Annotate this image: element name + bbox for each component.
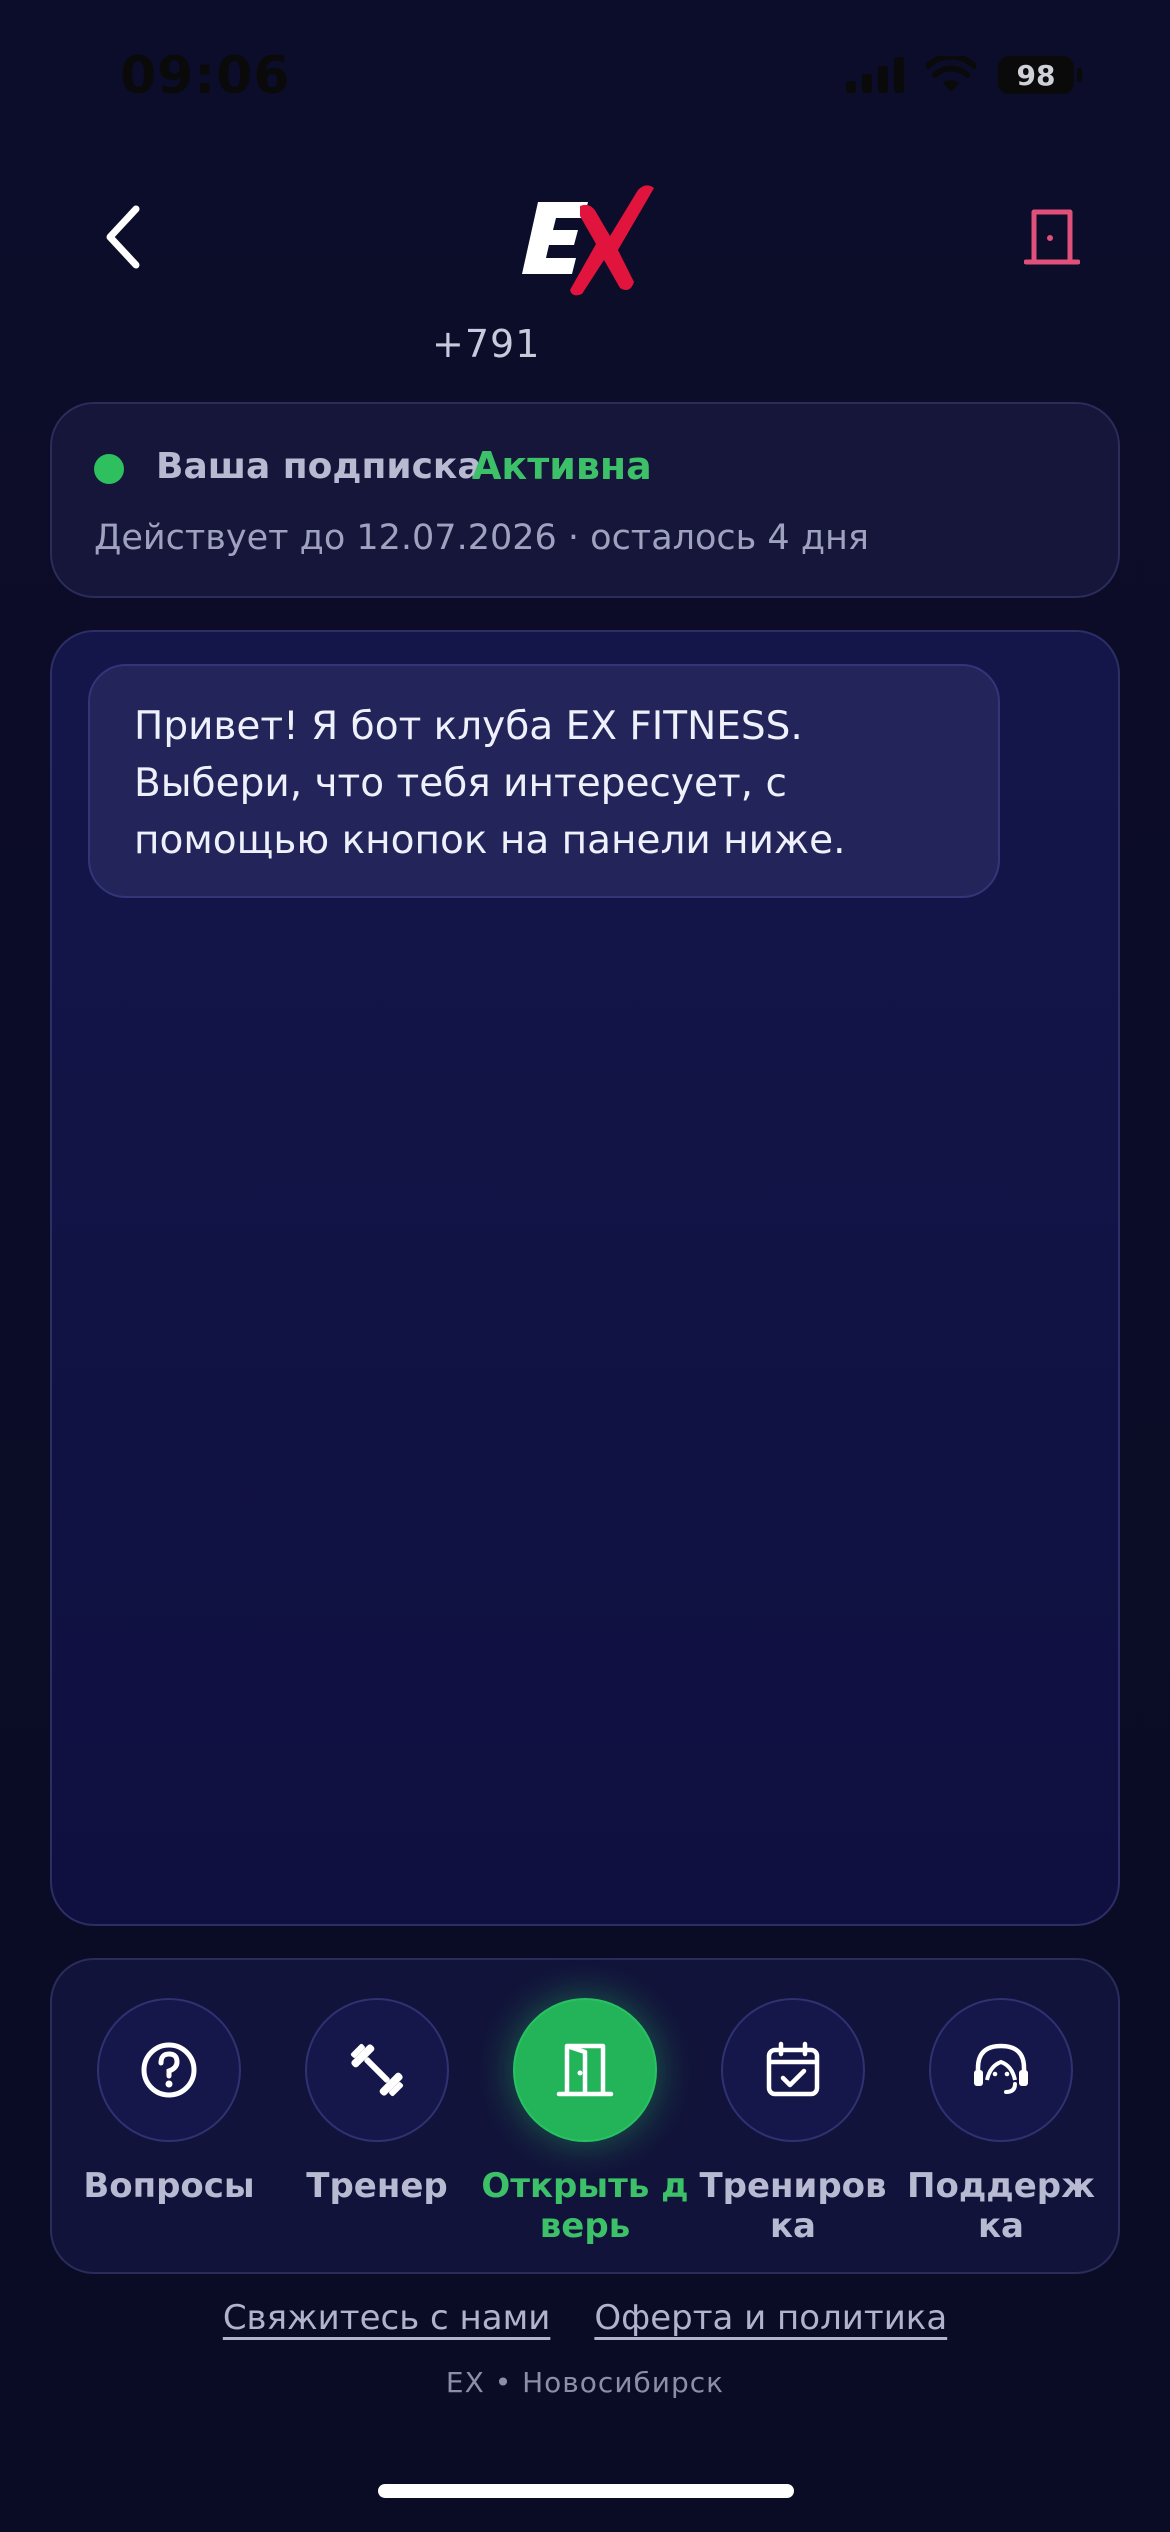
status-dot-icon [94, 454, 124, 484]
app-screen: 09:06 98 +791 Ваша подписка Активна Дейс… [0, 0, 1170, 2532]
nav-workout-circle [721, 1998, 865, 2142]
user-phone: +791 [432, 322, 541, 366]
nav-open-door-button[interactable]: Открыть дверь [481, 1998, 689, 2246]
nav-trainer-label: Тренер [306, 2166, 448, 2206]
status-bar: 09:06 98 [0, 0, 1170, 150]
subscription-label: Ваша подписка [156, 446, 482, 487]
ex-logo [510, 172, 660, 300]
chevron-left-icon [106, 205, 140, 269]
question-icon [141, 2042, 197, 2098]
footer-links: Свяжитесь с нами Оферта и политика [0, 2298, 1170, 2338]
nav-support-circle [929, 1998, 1073, 2142]
headset-icon [974, 2043, 1028, 2094]
action-panel: Вопросы Тренер Открыть дверь Тренировка … [50, 1958, 1120, 2274]
door-button[interactable] [1016, 200, 1088, 272]
home-indicator[interactable] [378, 2484, 794, 2498]
nav-open-door-circle [513, 1998, 657, 2142]
contact-us-link[interactable]: Свяжитесь с нами [223, 2298, 551, 2338]
bot-message-text: Привет! Я бот клуба EX FITNESS. Выбери, … [134, 704, 846, 863]
nav-trainer-button[interactable]: Тренер [277, 1998, 477, 2206]
nav-workout-label: Тренировка [699, 2166, 887, 2246]
battery-icon: 98 [998, 56, 1082, 94]
wifi-icon [926, 56, 976, 92]
chat-panel[interactable]: Привет! Я бот клуба EX FITNESS. Выбери, … [50, 630, 1120, 1926]
nav-workout-button[interactable]: Тренировка [693, 1998, 893, 2246]
nav-questions-circle [97, 1998, 241, 2142]
cellular-signal-icon [846, 57, 904, 93]
door-icon [1024, 209, 1080, 265]
status-icons: 98 [846, 56, 1082, 94]
back-button[interactable] [90, 195, 154, 279]
subscription-status: Активна [472, 444, 652, 488]
dumbbell-icon [350, 2043, 404, 2097]
footer-caption: EX • Новосибирск [445, 2366, 725, 2399]
nav-questions-label: Вопросы [83, 2166, 255, 2206]
offer-policy-link[interactable]: Оферта и политика [594, 2298, 947, 2338]
subscription-card: Ваша подписка Активна Действует до 12.07… [50, 402, 1120, 598]
nav-trainer-circle [305, 1998, 449, 2142]
nav-support-button[interactable]: Поддержка [901, 1998, 1101, 2246]
bot-message-bubble: Привет! Я бот клуба EX FITNESS. Выбери, … [88, 664, 1000, 898]
nav-open-door-label: Открыть дверь [481, 2166, 689, 2246]
door-open-icon [556, 2043, 614, 2097]
nav-support-label: Поддержка [907, 2166, 1095, 2246]
calendar-check-icon [766, 2041, 820, 2097]
nav-questions-button[interactable]: Вопросы [69, 1998, 269, 2206]
status-time: 09:06 [120, 46, 291, 106]
subscription-detail: Действует до 12.07.2026 · осталось 4 дня [94, 518, 869, 558]
